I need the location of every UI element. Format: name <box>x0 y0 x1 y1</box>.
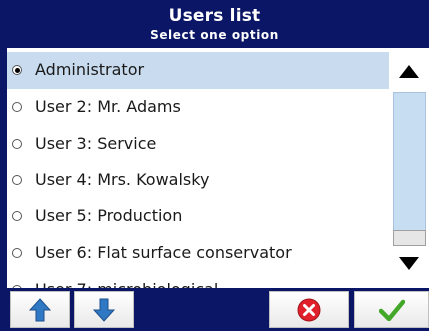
ok-button[interactable] <box>354 291 429 328</box>
radio-button[interactable] <box>12 65 22 75</box>
list-item-label: User 6: Flat surface conservator <box>35 243 292 262</box>
dialog-subtitle: Select one option <box>150 28 279 42</box>
move-down-button[interactable] <box>74 291 134 328</box>
list-item[interactable]: User 6: Flat surface conservator <box>7 235 389 272</box>
radio-button[interactable] <box>12 248 22 258</box>
list-item[interactable]: Administrator <box>7 52 389 89</box>
radio-button[interactable] <box>12 211 22 221</box>
users-list-dialog: Users list Select one option Administrat… <box>0 0 429 331</box>
list-item-label: User 3: Service <box>35 134 157 153</box>
list-item-label: User 7: microbiological <box>35 280 218 288</box>
user-option-list: Administrator User 2: Mr. Adams User 3: … <box>7 48 389 288</box>
red-x-circle-icon <box>297 298 321 321</box>
dialog-header: Users list Select one option <box>0 0 429 48</box>
triangle-up-icon <box>399 65 419 78</box>
arrow-down-icon <box>93 298 115 322</box>
radio-button[interactable] <box>12 102 22 112</box>
triangle-down-icon <box>399 257 419 270</box>
list-item[interactable]: User 4: Mrs. Kowalsky <box>7 162 389 199</box>
scroll-thumb[interactable] <box>393 230 426 246</box>
list-item[interactable]: User 2: Mr. Adams <box>7 89 389 126</box>
radio-button[interactable] <box>12 139 22 149</box>
list-item[interactable]: User 7: microbiological <box>7 272 389 288</box>
scroll-up-button[interactable] <box>391 54 427 90</box>
dialog-title: Users list <box>168 6 261 26</box>
list-item-label: User 5: Production <box>35 206 183 225</box>
list-item-label: User 4: Mrs. Kowalsky <box>35 170 210 189</box>
list-item-label: Administrator <box>35 60 145 79</box>
radio-button[interactable] <box>12 175 22 185</box>
list-item-label: User 2: Mr. Adams <box>35 97 181 116</box>
list-scrollbar[interactable] <box>389 48 429 288</box>
green-checkmark-icon <box>378 299 405 321</box>
move-up-button[interactable] <box>10 291 70 328</box>
scroll-down-button[interactable] <box>391 246 427 282</box>
list-item[interactable]: User 3: Service <box>7 126 389 163</box>
arrow-up-icon <box>29 297 51 321</box>
cancel-button[interactable] <box>269 291 349 328</box>
list-item[interactable]: User 5: Production <box>7 198 389 235</box>
bottom-toolbar <box>0 288 429 331</box>
radio-dot-icon <box>14 67 20 73</box>
